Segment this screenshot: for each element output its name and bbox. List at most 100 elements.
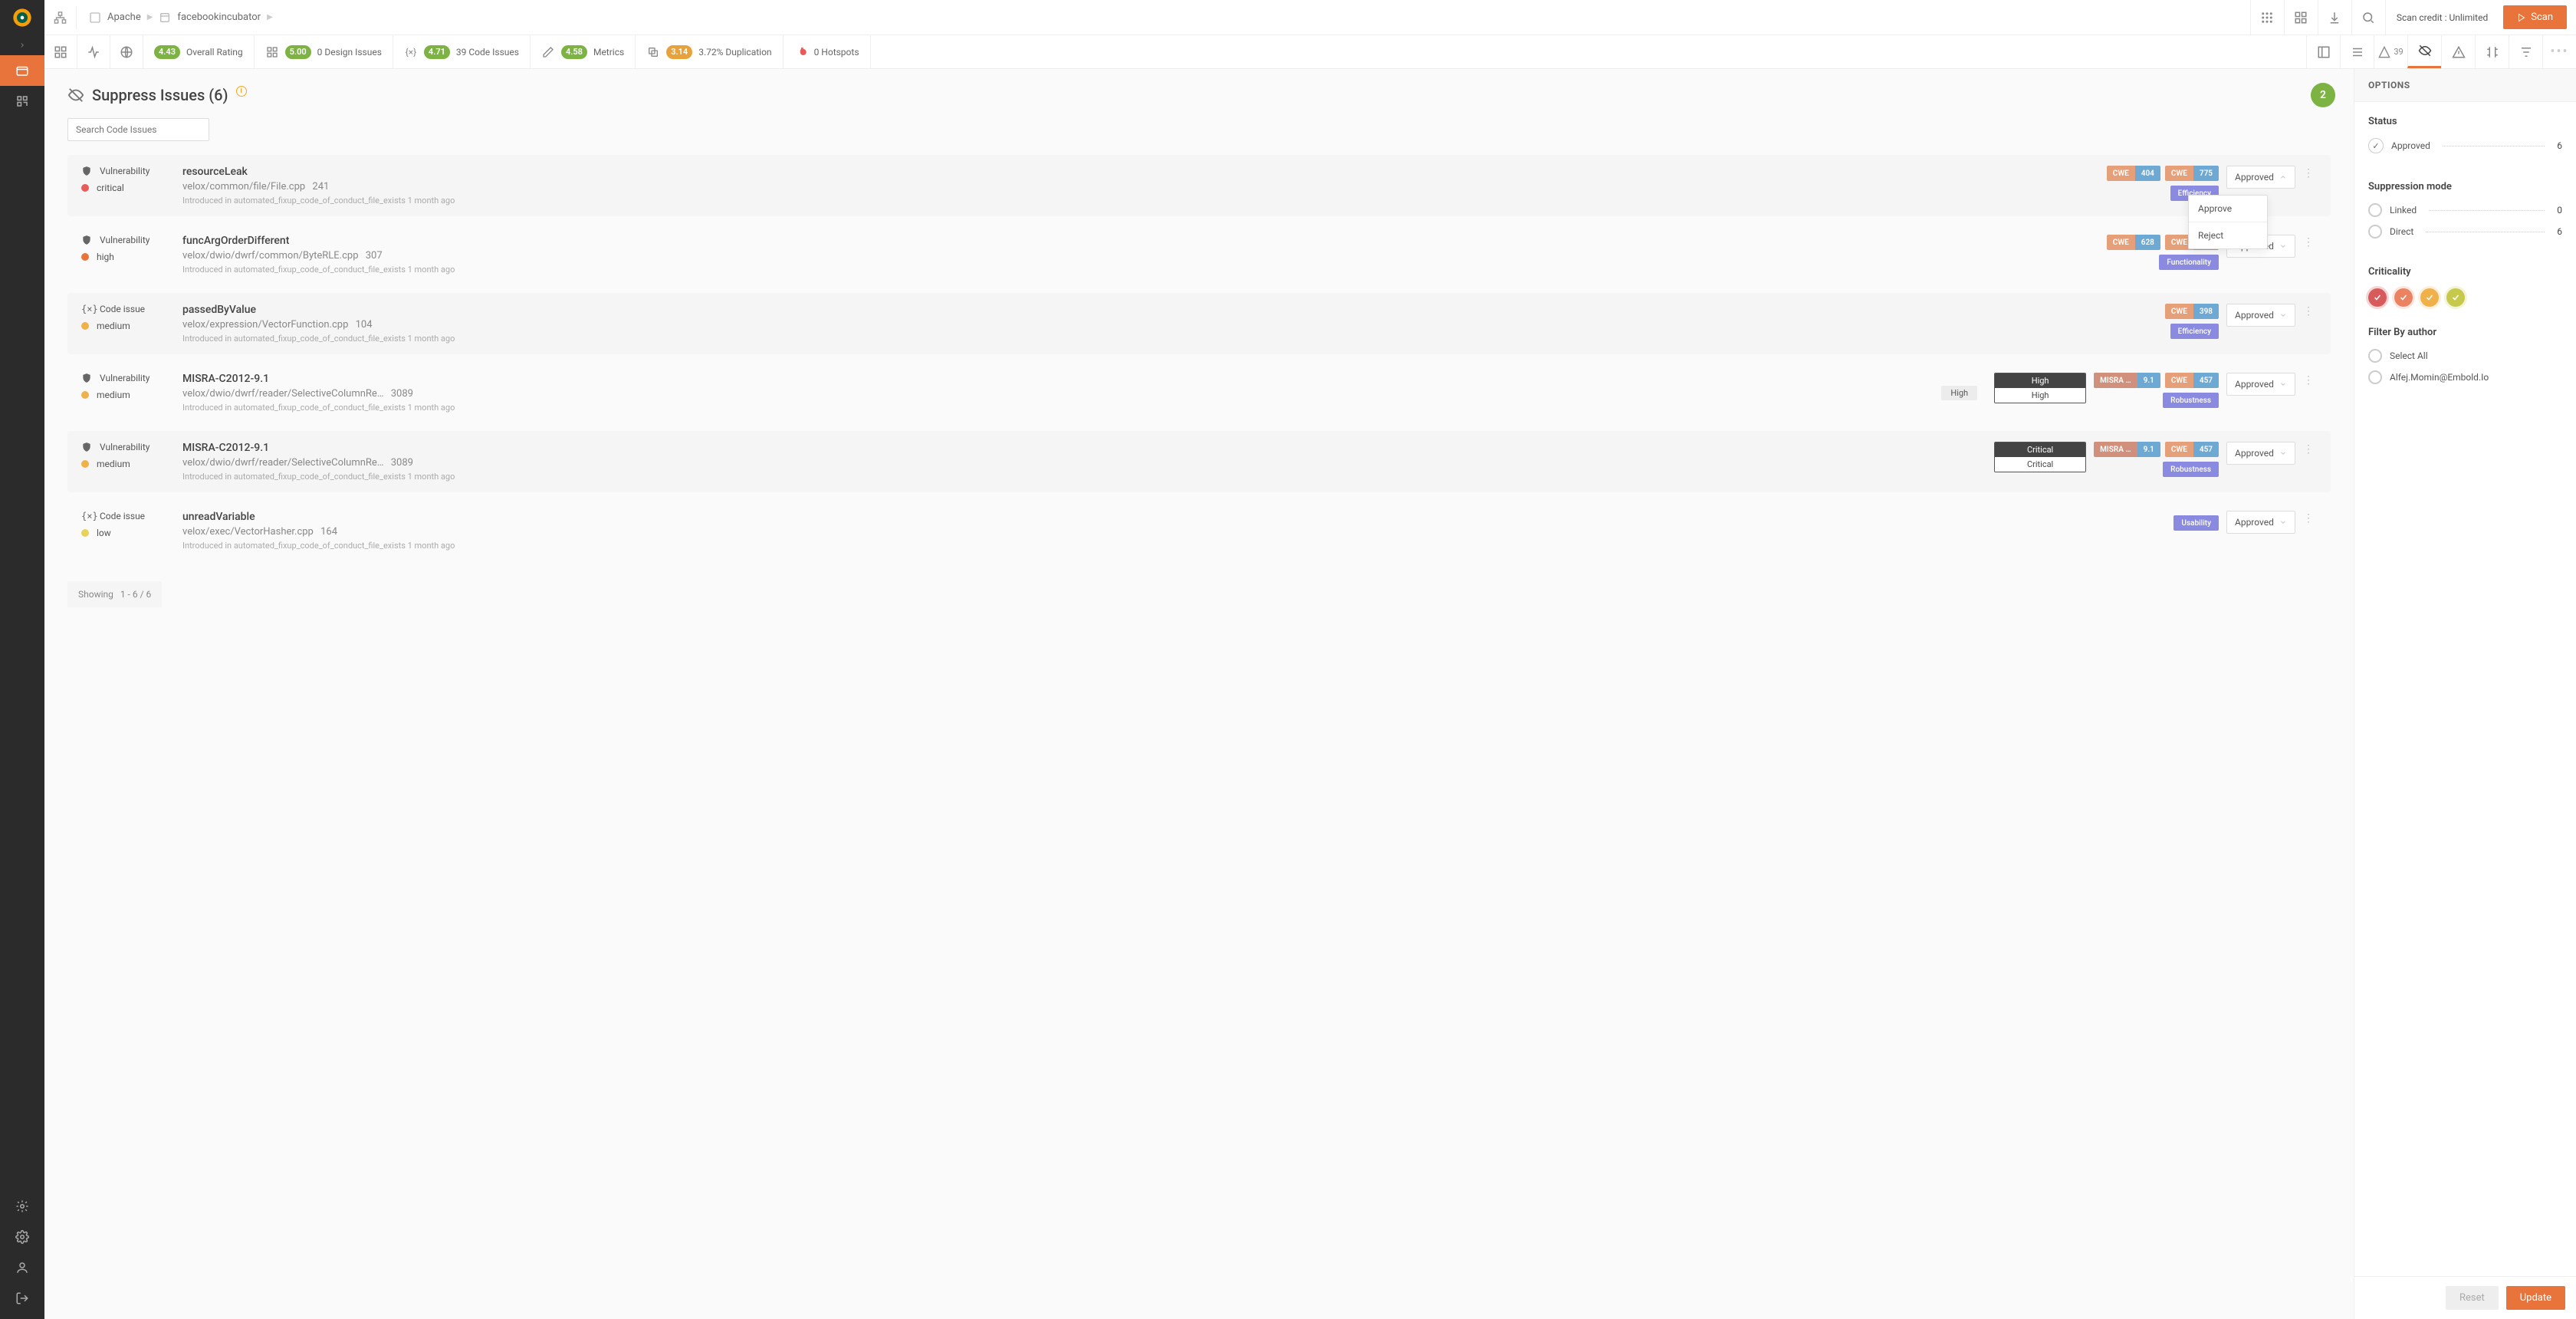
status-select[interactable]: Approved: [2226, 304, 2295, 327]
status-approved-filter[interactable]: Approved 6: [2368, 138, 2562, 153]
metric-duplication[interactable]: 3.143.72% Duplication: [636, 35, 783, 68]
status-select[interactable]: Approved: [2226, 373, 2295, 396]
options-panel: OPTIONS Status Approved 6 Suppression mo…: [2354, 69, 2576, 1319]
severity-dot: [81, 322, 89, 330]
code-icon: {×}: [81, 511, 92, 521]
rail-item-scan[interactable]: [0, 86, 44, 117]
row-more-icon[interactable]: ⋮: [2303, 236, 2317, 248]
chevron-right-icon: ▶: [147, 13, 153, 21]
criticality-high[interactable]: [2394, 288, 2413, 307]
options-heading: OPTIONS: [2354, 69, 2576, 102]
download-icon[interactable]: [2318, 0, 2351, 35]
row-more-icon[interactable]: ⋮: [2303, 374, 2317, 386]
eye-off-icon: [67, 87, 84, 104]
row-more-icon[interactable]: ⋮: [2303, 305, 2317, 317]
cwe-chip: CWE398: [2165, 304, 2219, 319]
view-compare-icon[interactable]: [2475, 35, 2509, 68]
row-more-icon[interactable]: ⋮: [2303, 443, 2317, 456]
status-select[interactable]: Approved: [2226, 511, 2295, 534]
issue-row[interactable]: Vulnerability medium MISRA-C2012-9.1 vel…: [67, 362, 2331, 423]
view-layout-icon[interactable]: [2306, 35, 2340, 68]
category-pill: Robustness: [2163, 393, 2219, 408]
metric-code[interactable]: {×}4.7139 Code Issues: [393, 35, 531, 68]
issue-path: velox/dwio/dwrf/reader/SelectiveColumnRe…: [182, 388, 1924, 400]
chevron-right-icon: ▶: [267, 13, 273, 21]
view-alert-icon[interactable]: [2441, 35, 2475, 68]
row-more-icon[interactable]: ⋮: [2303, 512, 2317, 525]
left-nav-rail: [0, 0, 44, 1319]
cwe-chip: CWE404: [2107, 166, 2160, 181]
rail-gear-icon[interactable]: [15, 1230, 29, 1244]
metric-overall[interactable]: 4.43Overall Rating: [143, 35, 255, 68]
category-pill: Robustness: [2163, 462, 2219, 477]
issue-name: unreadVariable: [182, 511, 2157, 523]
author-1[interactable]: Alfej.Momin@Embold.Io: [2368, 370, 2562, 384]
options-criticality-group: Criticality: [2368, 266, 2562, 307]
row-more-icon[interactable]: ⋮: [2303, 167, 2317, 179]
dropdown-approve[interactable]: Approve: [2189, 196, 2267, 222]
criticality-medium[interactable]: [2420, 288, 2439, 307]
rail-settings-icon[interactable]: [15, 1199, 29, 1213]
breadcrumb-level2[interactable]: facebookincubator: [177, 12, 261, 23]
scan-button[interactable]: Scan: [2503, 5, 2567, 29]
search-input[interactable]: [67, 118, 209, 141]
info-icon[interactable]: i: [236, 86, 247, 97]
rail-user-icon[interactable]: [15, 1261, 29, 1275]
issue-row[interactable]: Vulnerability medium MISRA-C2012-9.1 vel…: [67, 431, 2331, 492]
suppression-direct[interactable]: Direct 6: [2368, 225, 2562, 238]
suppression-linked[interactable]: Linked 0: [2368, 203, 2562, 217]
author-select-all[interactable]: Select All: [2368, 349, 2562, 363]
issue-introduced: Introduced in automated_fixup_code_of_co…: [182, 472, 1977, 482]
issue-list: Vulnerability critical resourceLeak velo…: [67, 155, 2331, 561]
repo-icon: [159, 12, 171, 24]
grid-view-icon[interactable]: [2250, 0, 2284, 35]
view-list-icon[interactable]: [2340, 35, 2374, 68]
cwe-chip: CWE628: [2107, 235, 2160, 250]
rail-item-suppress[interactable]: [0, 55, 44, 86]
notification-badge[interactable]: 2: [2311, 83, 2335, 107]
issue-path: velox/dwio/dwrf/common/ByteRLE.cpp 307: [182, 250, 2090, 261]
app-logo: [0, 0, 44, 35]
update-button[interactable]: Update: [2506, 1286, 2565, 1310]
hierarchy-icon[interactable]: [54, 6, 77, 29]
apps-icon[interactable]: [2284, 0, 2318, 35]
reset-button[interactable]: Reset: [2446, 1286, 2499, 1310]
issue-row[interactable]: {×}Code issue low unreadVariable velox/e…: [67, 500, 2331, 561]
severity-dot: [81, 529, 89, 537]
category-pill: Efficiency: [2170, 324, 2219, 339]
activity-icon[interactable]: [77, 35, 110, 68]
expand-rail-icon[interactable]: [0, 35, 44, 55]
metric-hotspots[interactable]: 0 Hotspots: [784, 35, 871, 68]
dashboard-icon[interactable]: [44, 35, 77, 68]
issue-name: funcArgOrderDifferent: [182, 235, 2090, 247]
options-suppression-group: Suppression mode Linked 0 Direct 6: [2368, 181, 2562, 246]
view-filter-icon[interactable]: [2509, 35, 2542, 68]
view-suppress-icon[interactable]: [2407, 35, 2441, 68]
metric-metrics[interactable]: 4.58Metrics: [531, 35, 636, 68]
cwe-chip: CWE457: [2165, 373, 2219, 388]
view-warnings-icon[interactable]: 39: [2374, 35, 2407, 68]
globe-icon[interactable]: [110, 35, 143, 68]
issue-introduced: Introduced in automated_fixup_code_of_co…: [182, 334, 2148, 344]
issue-row[interactable]: Vulnerability critical resourceLeak velo…: [67, 155, 2331, 216]
pencil-icon: [541, 45, 555, 59]
status-select[interactable]: Approved: [2226, 442, 2295, 465]
cwe-chip: MISRA …9.1: [2094, 442, 2160, 457]
issue-path: velox/common/file/File.cpp 241: [182, 181, 2090, 192]
dropdown-reject[interactable]: Reject: [2189, 222, 2267, 248]
criticality-critical[interactable]: [2368, 288, 2387, 307]
metric-design[interactable]: 5.000 Design Issues: [255, 35, 393, 68]
breadcrumb-level1[interactable]: Apache: [107, 12, 141, 23]
issue-row[interactable]: {×}Code issue medium passedByValue velox…: [67, 293, 2331, 354]
status-select[interactable]: Approved: [2226, 166, 2295, 189]
criticality-low[interactable]: [2446, 288, 2465, 307]
search-icon[interactable]: [2351, 0, 2385, 35]
issue-row[interactable]: Vulnerability high funcArgOrderDifferent…: [67, 224, 2331, 285]
issue-name: resourceLeak: [182, 166, 2090, 178]
shield-icon: [81, 442, 92, 452]
options-author-group: Filter By author Select All Alfej.Momin@…: [2368, 327, 2562, 392]
issue-path: velox/expression/VectorFunction.cpp 104: [182, 319, 2148, 331]
rail-logout-icon[interactable]: [15, 1291, 29, 1305]
view-more-icon[interactable]: •••: [2542, 35, 2576, 68]
category-pill: Usability: [2174, 515, 2219, 531]
